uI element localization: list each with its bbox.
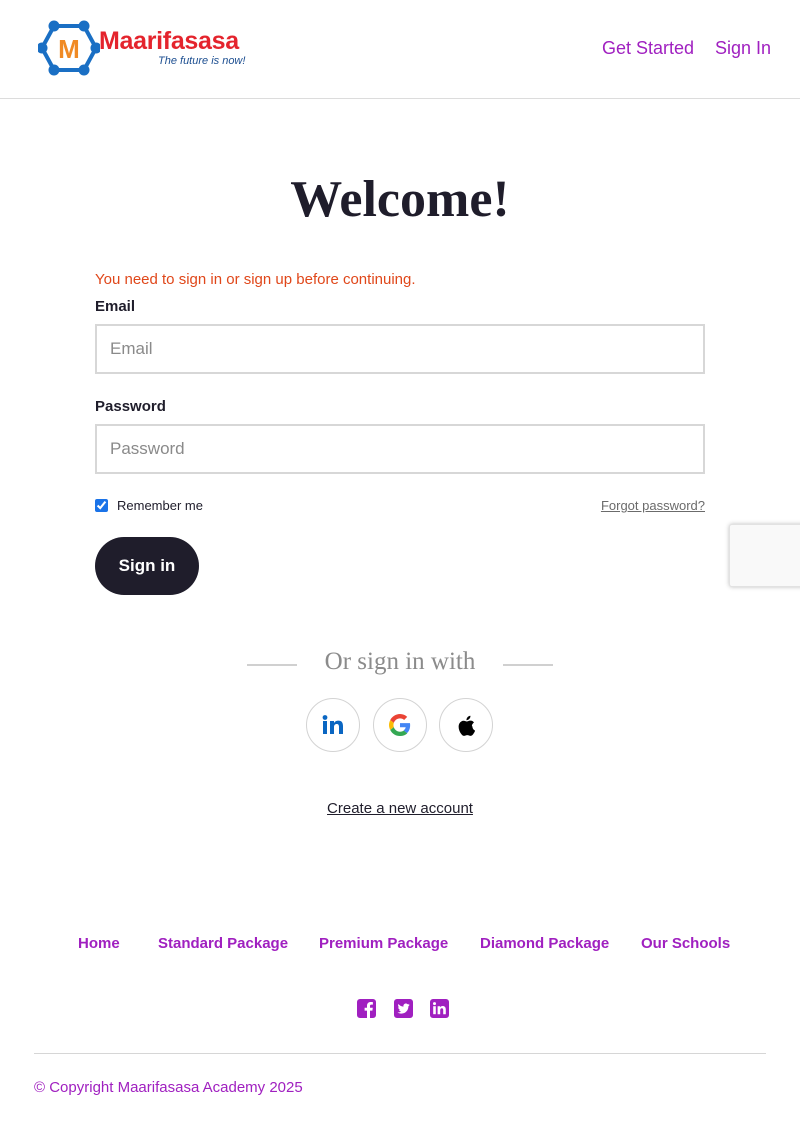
google-icon [389, 714, 411, 736]
twitter-icon [394, 999, 413, 1018]
brand-tagline: The future is now! [158, 55, 246, 67]
linkedin-icon [322, 715, 343, 734]
footer-link-standard-package[interactable]: Standard Package [158, 935, 288, 952]
recaptcha-badge[interactable] [729, 524, 800, 587]
footer-twitter-link[interactable] [394, 999, 413, 1018]
create-account-link[interactable]: Create a new account [0, 800, 800, 817]
footer-link-our-schools[interactable]: Our Schools [641, 935, 730, 952]
sign-in-button[interactable]: Sign in [95, 537, 199, 595]
email-field[interactable] [95, 324, 705, 374]
brand-name: Maarifasasa [99, 27, 239, 55]
remember-me-checkbox[interactable] [95, 499, 108, 512]
site-header: M Maarifasasa The future is now! Get Sta… [0, 0, 800, 99]
footer-link-premium-package[interactable]: Premium Package [319, 935, 448, 952]
social-login-heading: Or sign in with [324, 648, 476, 675]
footer-link-home[interactable]: Home [78, 935, 120, 952]
nav-sign-in-link[interactable]: Sign In [715, 38, 771, 59]
password-field[interactable] [95, 424, 705, 474]
linkedin-icon [430, 999, 449, 1018]
google-login-button[interactable] [373, 698, 427, 752]
divider-line-right [503, 664, 553, 666]
remember-me-row: Remember me [95, 498, 203, 513]
nav-get-started-link[interactable]: Get Started [602, 38, 694, 59]
remember-me-label[interactable]: Remember me [117, 498, 203, 513]
footer-divider [34, 1053, 766, 1054]
email-label: Email [95, 298, 136, 315]
forgot-password-link[interactable]: Forgot password? [601, 498, 705, 513]
brand-logo[interactable]: M Maarifasasa The future is now! [38, 20, 248, 76]
footer-link-diamond-package[interactable]: Diamond Package [480, 935, 609, 952]
logo-hexagon-icon: M [38, 20, 100, 76]
social-login-divider: Or sign in with [0, 648, 800, 682]
footer-linkedin-link[interactable] [430, 999, 449, 1018]
facebook-icon [357, 999, 376, 1018]
page-title: Welcome! [290, 171, 510, 228]
linkedin-login-button[interactable] [306, 698, 360, 752]
footer-facebook-link[interactable] [357, 999, 376, 1018]
apple-icon [458, 715, 475, 736]
apple-login-button[interactable] [439, 698, 493, 752]
logo-letter: M [58, 34, 80, 64]
password-label: Password [95, 398, 166, 415]
auth-alert-message: You need to sign in or sign up before co… [95, 271, 416, 288]
copyright-text: © Copyright Maarifasasa Academy 2025 [34, 1079, 303, 1096]
